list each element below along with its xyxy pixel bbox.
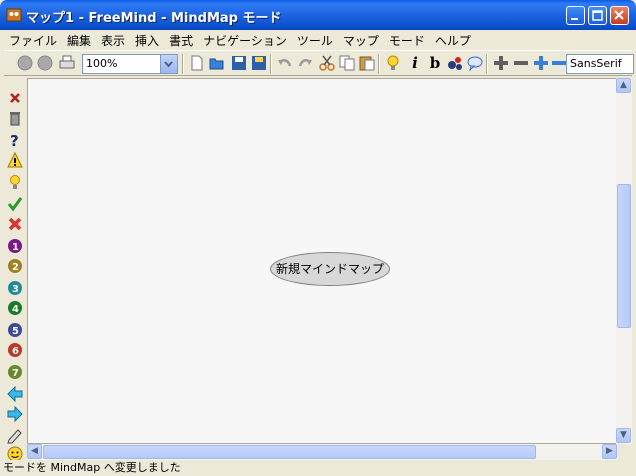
svg-text:6: 6 <box>12 346 19 357</box>
priority-5-icon[interactable]: 5 <box>7 322 23 338</box>
minimize-button[interactable] <box>566 6 585 25</box>
zoom-value: 100% <box>86 57 118 70</box>
main-toolbar: 100% i b SansSerif <box>4 50 634 76</box>
scroll-down-button[interactable]: ▼ <box>616 428 631 443</box>
undo-icon[interactable] <box>276 54 294 72</box>
menu-bar: ファイル 編集 表示 挿入 書式 ナビゲーション ツール マップ モード ヘルプ <box>4 30 632 50</box>
menu-view[interactable]: 表示 <box>96 30 130 49</box>
icon-toolbar: ? 1 2 3 4 5 6 7 <box>4 76 26 462</box>
font-family-select[interactable]: SansSerif <box>566 54 634 74</box>
zoom-dropdown-button[interactable] <box>160 55 177 73</box>
priority-2-icon[interactable]: 2 <box>7 258 23 274</box>
svg-text:1: 1 <box>12 242 19 253</box>
question-icon[interactable]: ? <box>7 132 23 148</box>
arrow-left-icon[interactable] <box>7 386 23 402</box>
idea-icon[interactable] <box>384 54 402 72</box>
svg-text:?: ? <box>10 132 19 148</box>
priority-4-icon[interactable]: 4 <box>7 300 23 316</box>
minimize-icon <box>571 18 578 20</box>
menu-file[interactable]: ファイル <box>4 30 62 49</box>
scroll-up-button[interactable]: ▲ <box>616 78 631 93</box>
status-bar: モードを MindMap へ変更しました <box>0 460 636 476</box>
toolbar-separator <box>182 54 184 74</box>
paste-icon[interactable] <box>358 54 376 72</box>
svg-text:5: 5 <box>12 326 19 337</box>
window-title: マップ1 - FreeMind - MindMap モード <box>26 11 282 26</box>
menu-navigation[interactable]: ナビゲーション <box>198 30 292 49</box>
toolbar-separator <box>378 54 380 74</box>
cloud-color-icon[interactable] <box>446 54 464 72</box>
redo-icon[interactable] <box>296 54 314 72</box>
zoom-in-icon[interactable] <box>532 54 550 72</box>
zoom-select[interactable]: 100% <box>82 54 178 74</box>
save-as-icon[interactable] <box>250 54 268 72</box>
menu-edit[interactable]: 編集 <box>62 30 96 49</box>
cross-icon[interactable] <box>7 216 23 232</box>
scroll-left-button[interactable]: ◀ <box>27 444 42 459</box>
print-icon[interactable] <box>58 54 76 72</box>
svg-text:4: 4 <box>12 304 19 315</box>
scroll-right-button[interactable]: ▶ <box>602 444 617 459</box>
root-node[interactable]: 新規マインドマップ <box>270 252 390 286</box>
zoom-out-dark-icon[interactable] <box>512 54 530 72</box>
menu-tools[interactable]: ツール <box>292 30 338 49</box>
horizontal-scrollbar[interactable]: ◀ ▶ <box>27 444 617 460</box>
check-icon[interactable] <box>7 196 23 212</box>
chevron-down-icon <box>164 61 173 68</box>
menu-map[interactable]: マップ <box>338 30 384 49</box>
menu-format[interactable]: 書式 <box>164 30 198 49</box>
svg-text:2: 2 <box>12 262 19 273</box>
toolbar-separator <box>486 54 488 74</box>
priority-1-icon[interactable]: 1 <box>7 238 23 254</box>
delete-icon[interactable] <box>7 90 23 106</box>
save-icon[interactable] <box>230 54 248 72</box>
bold-button[interactable]: b <box>426 54 444 72</box>
svg-text:7: 7 <box>12 368 19 379</box>
trash-icon[interactable] <box>7 110 23 126</box>
status-text: モードを MindMap へ変更しました <box>3 461 181 474</box>
vertical-scroll-thumb[interactable] <box>617 184 631 328</box>
copy-icon[interactable] <box>338 54 356 72</box>
priority-3-icon[interactable]: 3 <box>7 280 23 296</box>
close-icon <box>614 10 624 20</box>
priority-7-icon[interactable]: 7 <box>7 364 23 380</box>
freemind-app-icon <box>6 8 22 22</box>
svg-text:3: 3 <box>12 284 19 295</box>
menu-help[interactable]: ヘルプ <box>430 30 476 49</box>
note-balloon-icon[interactable] <box>466 54 484 72</box>
toolbar-separator <box>270 54 272 74</box>
forward-icon[interactable] <box>36 54 54 72</box>
new-file-icon[interactable] <box>188 54 206 72</box>
font-family-value: SansSerif <box>570 57 622 70</box>
back-icon[interactable] <box>16 54 34 72</box>
italic-button[interactable]: i <box>406 54 424 72</box>
maximize-button[interactable] <box>588 6 607 25</box>
close-button[interactable] <box>610 6 629 25</box>
menu-mode[interactable]: モード <box>384 30 430 49</box>
cut-icon[interactable] <box>318 54 336 72</box>
idea-icon[interactable] <box>7 174 23 190</box>
open-folder-icon[interactable] <box>208 54 226 72</box>
horizontal-scroll-thumb[interactable] <box>43 445 536 459</box>
warning-icon[interactable] <box>7 152 23 168</box>
priority-6-icon[interactable]: 6 <box>7 342 23 358</box>
title-bar[interactable]: マップ1 - FreeMind - MindMap モード <box>0 0 636 30</box>
vertical-scrollbar[interactable]: ▲ ▼ <box>616 78 632 444</box>
zoom-in-dark-icon[interactable] <box>492 54 510 72</box>
menu-insert[interactable]: 挿入 <box>130 30 164 49</box>
maximize-icon <box>592 10 603 21</box>
arrow-right-icon[interactable] <box>7 406 23 422</box>
pencil-icon[interactable] <box>7 428 23 444</box>
